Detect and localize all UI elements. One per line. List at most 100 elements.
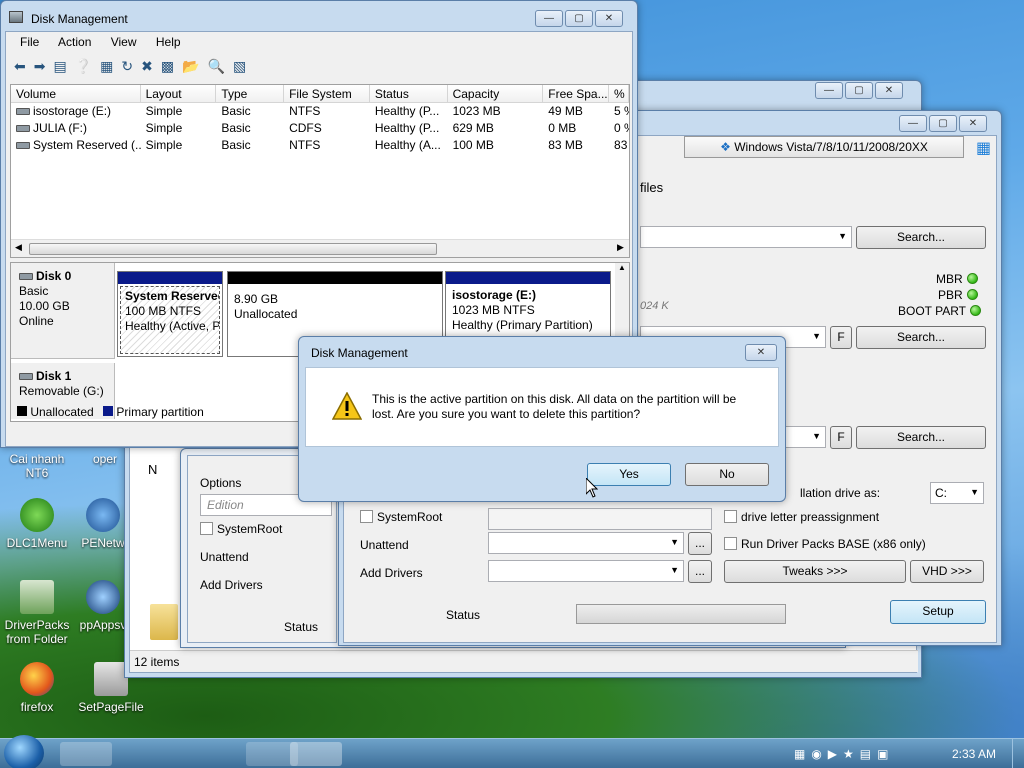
drive-letter-select[interactable]: C: ▼ (930, 482, 984, 504)
delete-icon[interactable]: ✖ (141, 58, 153, 75)
open-folder-icon[interactable]: 📂 (182, 58, 199, 75)
minimize-button[interactable]: — (535, 10, 563, 27)
view-icon[interactable]: ▧ (233, 58, 246, 75)
window-title: Disk Management (31, 12, 128, 26)
properties-sheet-icon[interactable]: ▩ (161, 58, 174, 75)
vhd-button[interactable]: VHD >>> (910, 560, 984, 583)
close-button[interactable]: ✕ (959, 115, 987, 132)
desktop-icon-cai-nhanh[interactable]: Cai nhanh NT6 (2, 452, 72, 480)
desktop-icon-oper[interactable]: oper (80, 452, 130, 466)
desktop-icon-dlc1menu[interactable]: DLC1Menu (2, 498, 72, 550)
forward-arrow-icon[interactable]: ➡ (34, 58, 46, 75)
help-icon[interactable]: ❔ (75, 58, 92, 75)
col-status[interactable]: Status (370, 85, 448, 102)
back-arrow-icon[interactable]: ⬅ (14, 58, 26, 75)
checkbox-box[interactable] (724, 537, 737, 550)
checkbox-box[interactable] (200, 522, 213, 535)
systemroot-checkbox[interactable]: SystemRoot (360, 510, 442, 524)
close-button[interactable]: ✕ (875, 82, 903, 99)
chevron-down-icon: ▼ (812, 331, 821, 341)
desktop-icon-firefox[interactable]: firefox (2, 662, 72, 714)
setup-button[interactable]: Setup (890, 600, 986, 624)
partition-name: System Reservec (125, 289, 220, 303)
menu-view[interactable]: View (111, 35, 137, 49)
scroll-right-icon[interactable]: ▶ (617, 242, 624, 253)
disk0-type: Basic (19, 284, 49, 298)
search-button-source[interactable]: Search... (856, 226, 986, 249)
taskbar-explorer[interactable] (60, 742, 112, 766)
systemroot-checkbox[interactable]: SystemRoot (200, 522, 282, 536)
checkbox-box[interactable] (360, 510, 373, 523)
yes-button[interactable]: Yes (587, 463, 671, 486)
scroll-up-icon[interactable]: ▲ (615, 263, 629, 272)
partition-system-reserved[interactable]: System Reservec 100 MB NTFS Healthy (Act… (117, 271, 223, 357)
system-tray-icons[interactable]: ▦◉▶★▤▣ (794, 747, 894, 761)
menu-file[interactable]: File (20, 35, 39, 49)
menu-action[interactable]: Action (58, 35, 91, 49)
minimize-button[interactable]: — (815, 82, 843, 99)
dialog-title: Disk Management (311, 346, 408, 360)
search-button-install[interactable]: Search... (856, 426, 986, 449)
tab-windows-vista[interactable]: ❖ Windows Vista/7/8/10/11/2008/20XX (684, 136, 964, 158)
table-row[interactable]: JULIA (F:) Simple Basic CDFS Healthy (P.… (11, 120, 629, 137)
add-drivers-browse-button[interactable]: ... (688, 560, 712, 583)
search-icon[interactable]: 🔍 (208, 58, 225, 75)
windows8-icon[interactable]: ▦ (976, 138, 991, 158)
items-count: 12 items (134, 655, 180, 669)
unattend-combo[interactable]: ▼ (488, 532, 684, 554)
col-volume[interactable]: Volume (11, 85, 141, 102)
checkbox-box[interactable] (724, 510, 737, 523)
taskbar-app-icon[interactable] (206, 742, 230, 766)
start-button[interactable] (4, 735, 44, 768)
desktop-icon-driverpacks[interactable]: DriverPacks from Folder (2, 580, 72, 646)
scroll-left-icon[interactable]: ◀ (15, 242, 22, 253)
mbr-status: MBR (936, 272, 978, 286)
desktop-icon-ppappsv[interactable]: ppAppsv (78, 580, 128, 632)
dlc-icon (20, 498, 54, 532)
systemroot-field[interactable] (488, 508, 712, 530)
col-freespace[interactable]: Free Spa... (543, 85, 610, 102)
disk-icon (19, 373, 33, 380)
minimize-button[interactable]: — (899, 115, 927, 132)
col-layout[interactable]: Layout (141, 85, 217, 102)
disk0-info[interactable]: Disk 0 Basic 10.00 GB Online (11, 263, 115, 359)
add-drivers-combo[interactable]: ▼ (488, 560, 684, 582)
refresh-icon[interactable]: ↻ (121, 58, 133, 75)
taskbar-clock[interactable]: 2:33 AM (952, 747, 996, 761)
table-row[interactable]: isostorage (E:) Simple Basic NTFS Health… (11, 103, 629, 120)
status-label: Status (284, 620, 319, 634)
maximize-button[interactable]: ▢ (845, 82, 873, 99)
taskbar-ie-icon[interactable] (118, 742, 142, 766)
menu-help[interactable]: Help (156, 35, 181, 49)
format-install-button[interactable]: F (830, 426, 852, 449)
partition-body: isostorage (E:) 1023 MB NTFS Healthy (Pr… (446, 284, 610, 337)
no-button[interactable]: No (685, 463, 769, 486)
table-row[interactable]: System Reserved (... Simple Basic NTFS H… (11, 137, 629, 154)
driverpacks-checkbox[interactable]: Run Driver Packs BASE (x86 only) (724, 537, 926, 551)
drive-icon (16, 108, 30, 115)
col-type[interactable]: Type (216, 85, 285, 102)
show-desktop-button[interactable] (1012, 739, 1024, 768)
desktop-icon-penetw[interactable]: PENetw (78, 498, 128, 550)
col-capacity[interactable]: Capacity (448, 85, 544, 102)
maximize-button[interactable]: ▢ (929, 115, 957, 132)
console-tree-icon[interactable]: ▤ (53, 58, 66, 75)
tweaks-button[interactable]: Tweaks >>> (724, 560, 906, 583)
source-combo[interactable]: ▼ (640, 226, 852, 248)
systemroot-label: SystemRoot (217, 522, 283, 536)
cell-status: Healthy (P... (374, 104, 440, 118)
horizontal-scrollbar[interactable]: ◀ ▶ (11, 239, 629, 257)
search-button-boot[interactable]: Search... (856, 326, 986, 349)
drive-letter-checkbox[interactable]: drive letter preassignment (724, 510, 879, 524)
col-filesystem[interactable]: File System (284, 85, 370, 102)
dialog-close-button[interactable]: ✕ (745, 344, 777, 361)
maximize-button[interactable]: ▢ (565, 10, 593, 27)
col-percent-free[interactable]: % F (609, 85, 629, 102)
taskbar-disk-management[interactable] (290, 742, 342, 766)
taskbar-app-icon[interactable] (160, 742, 184, 766)
close-button[interactable]: ✕ (595, 10, 623, 27)
unattend-browse-button[interactable]: ... (688, 532, 712, 555)
properties-icon[interactable]: ▦ (100, 58, 113, 75)
scrollbar-thumb[interactable] (29, 243, 437, 255)
format-boot-button[interactable]: F (830, 326, 852, 349)
